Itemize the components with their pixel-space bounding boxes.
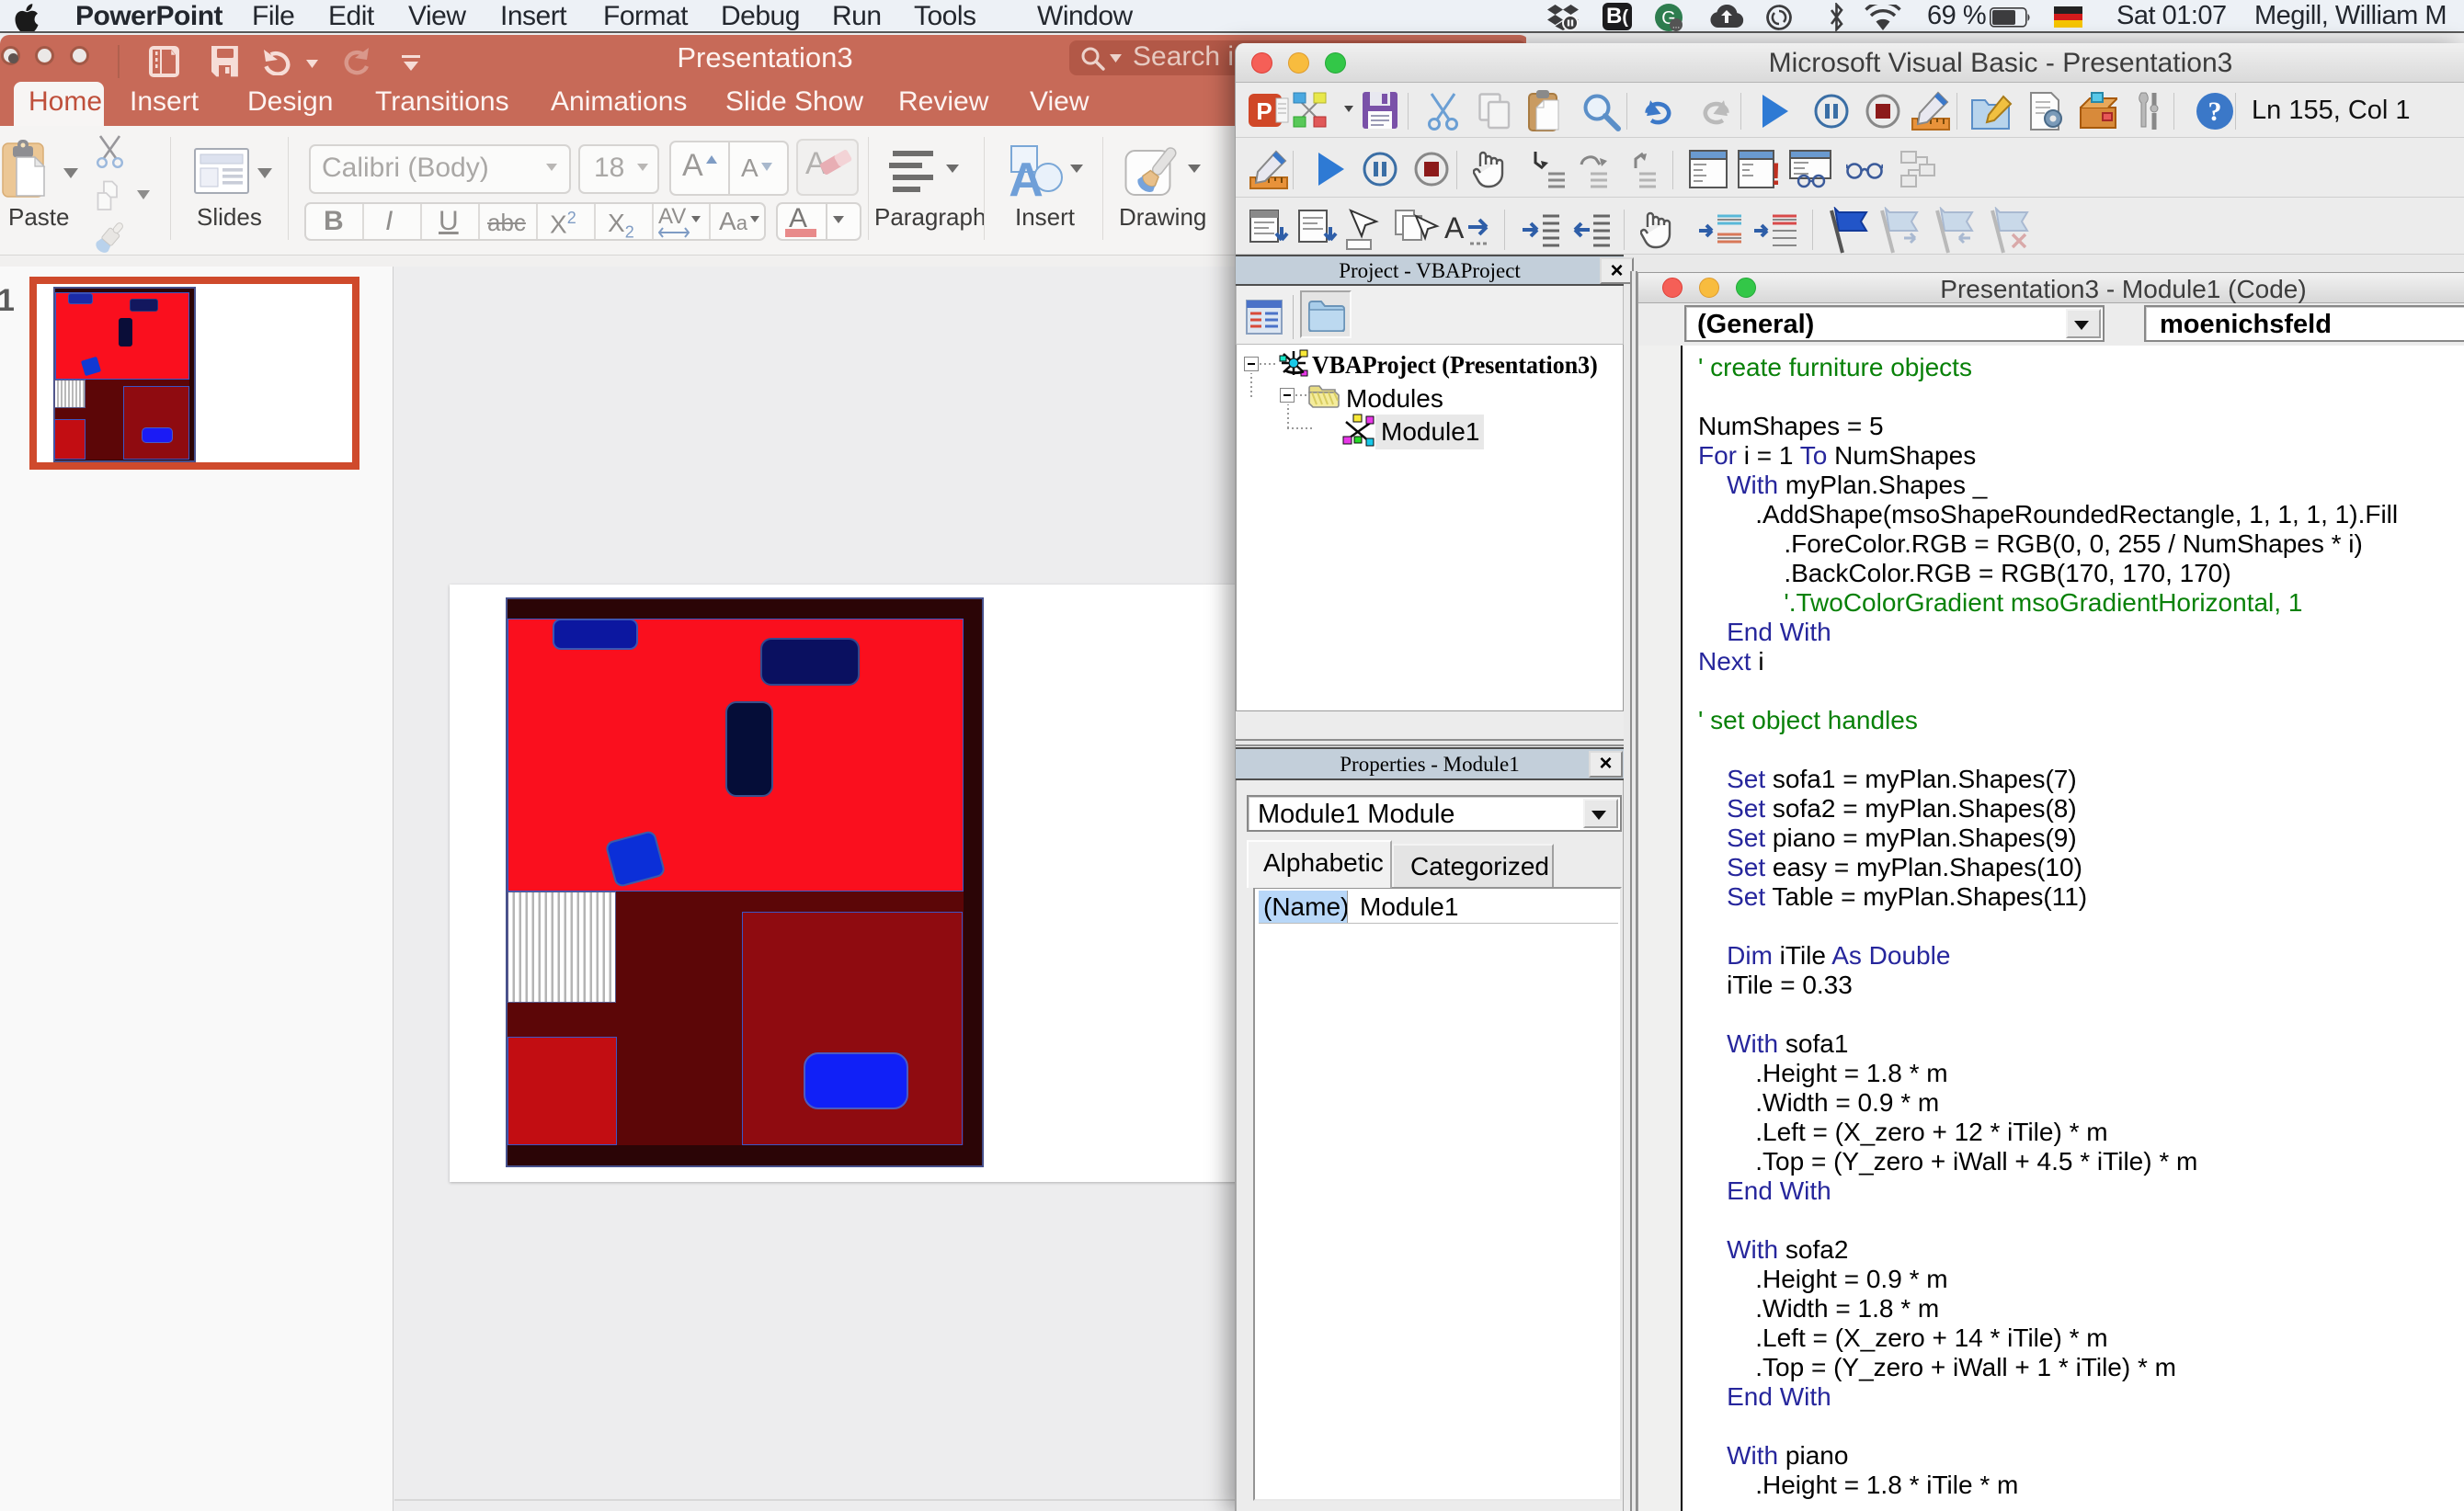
svg-text:...: ...: [1672, 21, 1680, 31]
svg-text:A: A: [1009, 153, 1044, 201]
svg-text:?: ?: [2208, 97, 2222, 127]
svg-text:P: P: [1256, 97, 1272, 125]
svg-text:A: A: [1444, 212, 1465, 244]
svg-text:!: !: [1771, 157, 1780, 188]
